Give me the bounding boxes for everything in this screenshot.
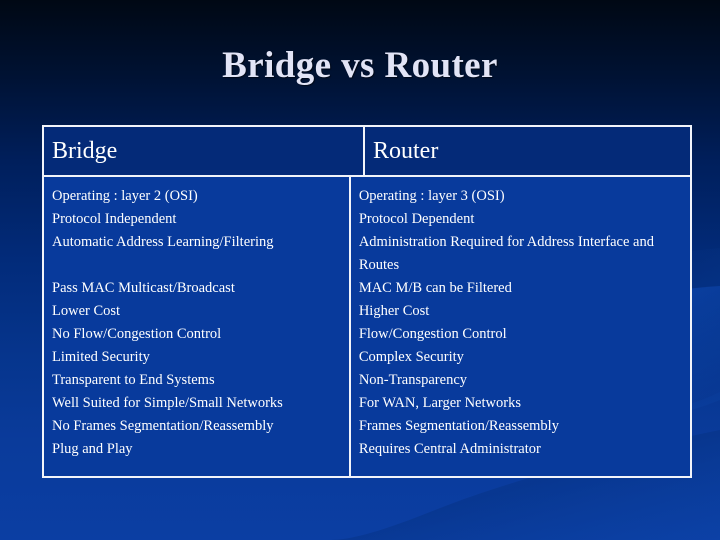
table-header-cell-router: Router — [365, 127, 690, 175]
page-title: Bridge vs Router — [222, 45, 498, 86]
table-header-row: Bridge Router — [44, 127, 690, 177]
slide-canvas: Bridge vs Router Bridge Router Operating… — [0, 0, 720, 540]
list-item: No Frames Segmentation/Reassembly — [52, 418, 274, 434]
column-header-label-router: Router — [373, 138, 439, 164]
list-item: Complex Security — [358, 349, 464, 365]
table-body-cell-bridge: Operating : layer 2 (OSI) Protocol Indep… — [44, 177, 351, 476]
table-body-cell-router: Operating : layer 3 (OSI) Protocol Depen… — [350, 177, 690, 476]
list-item: Requires Central Administrator — [358, 441, 541, 457]
list-item: Limited Security — [52, 349, 150, 365]
bridge-vs-router-table: Bridge Router Operating : layer 2 (OSI) … — [42, 125, 692, 478]
column-header-label-bridge: Bridge — [52, 138, 118, 164]
list-item: Protocol Independent — [52, 211, 177, 227]
list-item: Lower Cost — [52, 303, 121, 319]
table-body-row: Operating : layer 2 (OSI) Protocol Indep… — [44, 177, 690, 476]
list-item: Transparent to End Systems — [52, 372, 215, 388]
list-item-spacer — [52, 254, 341, 277]
list-item: Well Suited for Simple/Small Networks — [52, 395, 283, 411]
list-item: Automatic Address Learning/Filtering — [52, 234, 274, 250]
list-item: MAC M/B can be Filtered — [358, 280, 512, 296]
list-item: No Flow/Congestion Control — [52, 326, 222, 342]
list-item: Flow/Congestion Control — [358, 326, 507, 342]
list-item: Non-Transparency — [358, 372, 468, 388]
list-item: Operating : layer 2 (OSI) — [52, 188, 198, 204]
bridge-feature-list: Operating : layer 2 (OSI) Protocol Indep… — [52, 185, 341, 461]
list-item: Operating : layer 3 (OSI) — [358, 188, 505, 204]
list-item: Higher Cost — [358, 303, 430, 319]
table-header-cell-bridge: Bridge — [44, 127, 365, 175]
router-feature-list: Operating : layer 3 (OSI) Protocol Depen… — [359, 185, 682, 461]
list-item: Plug and Play — [52, 441, 133, 457]
list-item: Frames Segmentation/Reassembly — [358, 418, 559, 434]
list-item: Pass MAC Multicast/Broadcast — [52, 280, 235, 296]
list-item: Protocol Dependent — [358, 211, 475, 227]
list-item: For WAN, Larger Networks — [358, 395, 521, 411]
list-item: Administration Required for Address Inte… — [358, 234, 654, 273]
